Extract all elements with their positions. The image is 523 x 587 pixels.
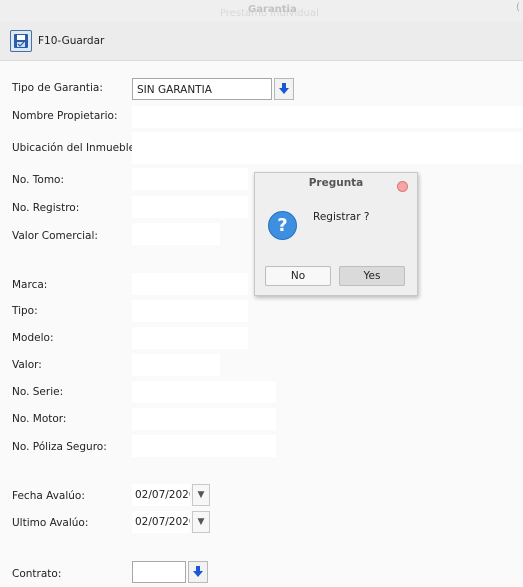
confirm-dialog: Pregunta ? Registrar ? No Yes	[254, 172, 418, 296]
chevron-down-icon: ▼	[197, 517, 205, 527]
valor-label: Valor:	[12, 359, 42, 371]
valor-comercial-input[interactable]	[132, 223, 220, 245]
ubicacion-inmueble-label: Ubicación del Inmueble:	[12, 142, 139, 154]
nombre-propietario-label: Nombre Propietario:	[12, 110, 118, 122]
garantia-form: Tipo de Garantia: SIN GARANTIA Nombre Pr…	[0, 61, 523, 587]
tipo-garantia-field[interactable]: SIN GARANTIA	[132, 78, 272, 100]
tipo-garantia-label: Tipo de Garantia:	[12, 82, 103, 94]
no-poliza-input[interactable]	[132, 435, 276, 457]
valor-input[interactable]	[132, 354, 220, 376]
no-poliza-label: No. Póliza Seguro:	[12, 441, 107, 453]
question-icon: ?	[268, 211, 297, 240]
ubicacion-inmueble-input[interactable]	[132, 132, 523, 164]
marca-label: Marca:	[12, 279, 48, 291]
tipo-garantia-dropdown-button[interactable]	[274, 78, 294, 100]
fecha-avaluo-label: Fecha Avalúo:	[12, 490, 85, 502]
toolbar: F10-Guardar	[0, 22, 523, 61]
no-motor-label: No. Motor:	[12, 413, 67, 425]
no-tomo-label: No. Tomo:	[12, 174, 65, 186]
window-title: Garantia	[248, 4, 297, 15]
nombre-propietario-input[interactable]	[132, 106, 523, 128]
close-icon[interactable]	[397, 181, 408, 192]
ultimo-avaluo-dropdown[interactable]: ▼	[192, 511, 210, 533]
no-registro-input[interactable]	[132, 196, 248, 218]
ultimo-avaluo-input[interactable]: 02/07/2020	[132, 511, 190, 533]
arrow-down-icon	[193, 566, 203, 577]
contrato-lookup-button[interactable]	[188, 561, 208, 583]
valor-comercial-label: Valor Comercial:	[12, 230, 98, 242]
chevron-down-icon: ▼	[197, 490, 205, 500]
no-motor-input[interactable]	[132, 408, 276, 430]
no-serie-label: No. Serie:	[12, 386, 64, 398]
ultimo-avaluo-label: Ultimo Avalúo:	[12, 517, 89, 529]
tipo-label: Tipo:	[12, 305, 38, 317]
no-registro-label: No. Registro:	[12, 202, 80, 214]
modelo-label: Modelo:	[12, 332, 54, 344]
fecha-avaluo-input[interactable]: 02/07/2020	[132, 484, 190, 506]
window-title-edge: (	[516, 2, 520, 13]
arrow-down-icon	[279, 83, 289, 94]
dialog-message: Registrar ?	[313, 211, 370, 223]
no-serie-input[interactable]	[132, 381, 276, 403]
tipo-input[interactable]	[132, 300, 248, 322]
modelo-input[interactable]	[132, 327, 248, 349]
contrato-input[interactable]	[132, 561, 186, 583]
no-button[interactable]: No	[265, 266, 331, 286]
contrato-label: Contrato:	[12, 568, 62, 580]
save-button-label: F10-Guardar	[38, 35, 105, 47]
fecha-avaluo-dropdown[interactable]: ▼	[192, 484, 210, 506]
dialog-title: Pregunta	[308, 177, 364, 189]
save-disk-icon	[10, 30, 32, 52]
window-titlebar: Prestamo Individual Garantia (	[0, 0, 523, 22]
save-button[interactable]: F10-Guardar	[10, 28, 104, 54]
yes-button[interactable]: Yes	[339, 266, 405, 286]
no-tomo-input[interactable]	[132, 168, 248, 190]
marca-input[interactable]	[132, 273, 248, 295]
